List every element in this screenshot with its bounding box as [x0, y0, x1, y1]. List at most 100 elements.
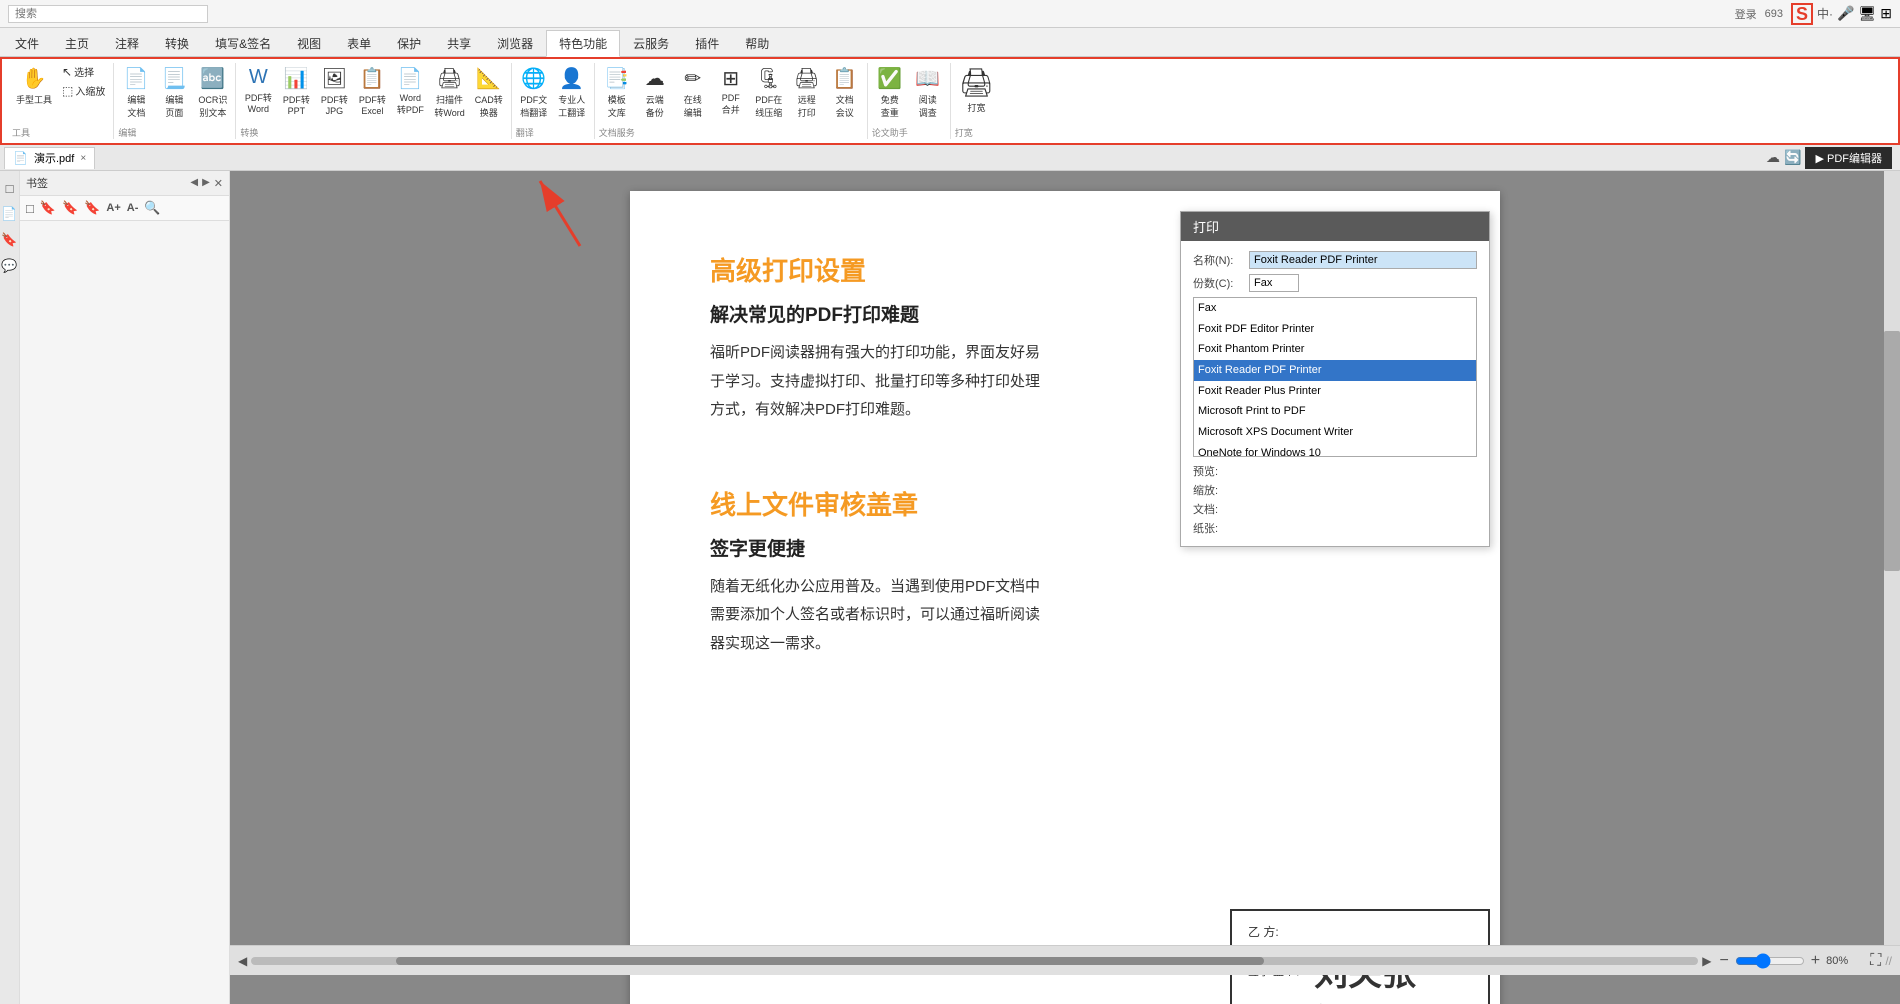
foxit-panel-btn[interactable]: ▶ PDF编辑器: [1805, 147, 1892, 169]
print-copies-input[interactable]: [1249, 274, 1299, 292]
tab-close-button[interactable]: ×: [80, 153, 86, 164]
pdf-scrollbar[interactable]: [1884, 171, 1900, 972]
sidebar-tool-add[interactable]: 🔖: [40, 200, 56, 216]
ocr-button[interactable]: 🔤 OCR识别文本: [194, 63, 231, 122]
zoom-plus-button[interactable]: +: [1811, 952, 1820, 970]
scroll-left-btn[interactable]: ◀: [238, 954, 247, 968]
pro-translate-button[interactable]: 👤 专业人工翻译: [554, 63, 590, 122]
pdf-scrollbar-thumb[interactable]: [1884, 331, 1900, 571]
edit-page-label: 编辑页面: [165, 93, 183, 119]
fullscreen-button[interactable]: ⛶: [1870, 952, 1881, 970]
tab-home[interactable]: 主页: [52, 30, 102, 56]
scan-to-word-button[interactable]: 🖨 扫描件转Word: [430, 63, 468, 122]
pdf-to-word-button[interactable]: W PDF转Word: [240, 63, 276, 117]
print-dialog: 打印 名称(N): 份数(C): Fax Foxit PD: [1180, 211, 1490, 547]
printer-onenote[interactable]: OneNote for Windows 10: [1194, 443, 1476, 457]
mic-icon: 🎤: [1837, 5, 1854, 22]
sidebar-nav-prev[interactable]: ◀: [190, 177, 198, 190]
pdf-compress-icon: 🗜: [756, 66, 781, 91]
tab-annotate[interactable]: 注释: [102, 30, 152, 56]
edit-page-button[interactable]: 📃 编辑页面: [156, 63, 192, 122]
scroll-right-btn[interactable]: ▶: [1702, 954, 1711, 968]
sidebar-tool-remove[interactable]: 🔖: [62, 200, 78, 216]
tab-browser[interactable]: 浏览器: [484, 30, 546, 56]
select-tool-button[interactable]: ↖ 选择: [58, 63, 109, 80]
sidebar-icon-bookmark[interactable]: 🔖: [1, 232, 17, 248]
read-survey-button[interactable]: 📖 阅读调查: [910, 63, 946, 122]
horizontal-scrollbar[interactable]: [251, 957, 1698, 965]
printer-ms-pdf[interactable]: Microsoft Print to PDF: [1194, 401, 1476, 422]
scan-word-icon: 🖨: [437, 66, 462, 91]
sidebar-tool-page[interactable]: □: [26, 201, 34, 216]
zoom-slider[interactable]: [1735, 953, 1805, 969]
print-doc-label: 文档:: [1193, 501, 1233, 517]
printer-foxit-phantom[interactable]: Foxit Phantom Printer: [1194, 339, 1476, 360]
tab-help[interactable]: 帮助: [732, 30, 782, 56]
tab-special[interactable]: 特色功能: [546, 30, 620, 57]
print-wide-label: 打宽: [967, 101, 985, 114]
sidebar-tool-larger[interactable]: A+: [106, 202, 120, 214]
sign-party: 乙 方:: [1248, 923, 1472, 940]
tab-form[interactable]: 表单: [334, 30, 384, 56]
sidebar-tool-search[interactable]: 🔍: [144, 200, 160, 216]
pdf-to-ppt-button[interactable]: 📊 PDF转PPT: [278, 63, 314, 119]
sidebar-tool-smaller[interactable]: A-: [127, 202, 139, 214]
pdf-translate-button[interactable]: 🌐 PDF文档翻译: [516, 63, 552, 122]
tab-file[interactable]: 文件: [2, 30, 52, 56]
print-name-input[interactable]: [1249, 251, 1477, 269]
tab-bar-right: ☁ 🔄 ▶ PDF编辑器: [1766, 147, 1900, 169]
tab-fill-sign[interactable]: 填写&签名: [202, 30, 284, 56]
sidebar-close-button[interactable]: ✕: [214, 177, 223, 190]
printer-fax[interactable]: Fax: [1194, 298, 1476, 319]
template-button[interactable]: 📑 模板文库: [599, 63, 635, 122]
tab-bar: 📄 演示.pdf × ☁ 🔄 ▶ PDF编辑器: [0, 145, 1900, 171]
word-pdf-label: Word转PDF: [397, 93, 424, 116]
print-wide-button[interactable]: 🖨 打宽: [955, 63, 999, 117]
remote-print-icon: 🖨: [794, 66, 819, 91]
toolbar-group-edit: 📄 编辑文档 📃 编辑页面 🔤 OCR识别文本 编辑: [114, 63, 236, 139]
doc-tab-pdf[interactable]: 📄 演示.pdf ×: [4, 147, 95, 169]
sidebar: □ 📄 🔖 💬 书签 ◀ ▶ ✕ □ 🔖: [0, 171, 230, 1004]
edit-doc-icon: 📄: [124, 66, 149, 91]
login-button[interactable]: 登录: [1735, 6, 1757, 22]
cloud-backup-button[interactable]: ☁ 云端备份: [637, 63, 673, 122]
zoom-out-button[interactable]: −: [1719, 952, 1728, 970]
cad-pdf-icon: 📐: [476, 66, 501, 91]
remote-print-button[interactable]: 🖨 远程打印: [789, 63, 825, 122]
template-icon: 📑: [604, 66, 629, 91]
edit-doc-button[interactable]: 📄 编辑文档: [118, 63, 154, 122]
online-edit-button[interactable]: ✏ 在线编辑: [675, 63, 711, 122]
diagonal-lines: //: [1885, 954, 1892, 968]
tab-view[interactable]: 视图: [284, 30, 334, 56]
doc-tab-name: 演示.pdf: [34, 150, 74, 166]
printer-foxit-reader[interactable]: Foxit Reader PDF Printer: [1194, 360, 1476, 381]
doc-meeting-button[interactable]: 📋 文档会议: [827, 63, 863, 122]
ribbon-toolbar: ✋ 手型工具 ↖ 选择 ⬚ 入缩放 工具 📄 编辑文档: [0, 57, 1900, 145]
pdf-to-excel-button[interactable]: 📋 PDF转Excel: [354, 63, 390, 119]
sidebar-icon-thumb[interactable]: 📄: [1, 206, 17, 222]
hand-tool-button[interactable]: ✋ 手型工具: [12, 63, 56, 109]
printer-foxit-plus[interactable]: Foxit Reader Plus Printer: [1194, 381, 1476, 402]
pdf-to-jpg-button[interactable]: 🖼 PDF转JPG: [316, 63, 352, 119]
red-arrow: [520, 171, 600, 254]
tab-cloud[interactable]: 云服务: [620, 30, 682, 56]
cad-to-pdf-button[interactable]: 📐 CAD转换器: [471, 63, 507, 122]
tab-protect[interactable]: 保护: [384, 30, 434, 56]
print-printer-list[interactable]: Fax Foxit PDF Editor Printer Foxit Phant…: [1193, 297, 1477, 457]
tab-convert[interactable]: 转换: [152, 30, 202, 56]
cloud-backup-label: 云端备份: [646, 93, 664, 119]
printer-foxit-editor[interactable]: Foxit PDF Editor Printer: [1194, 319, 1476, 340]
search-input[interactable]: [8, 5, 208, 23]
tab-plugin[interactable]: 插件: [682, 30, 732, 56]
tab-share[interactable]: 共享: [434, 30, 484, 56]
sidebar-nav-next[interactable]: ▶: [202, 177, 210, 190]
sidebar-tool-tag[interactable]: 🔖: [84, 200, 100, 216]
printer-ms-xps[interactable]: Microsoft XPS Document Writer: [1194, 422, 1476, 443]
pdf-compress-button[interactable]: 🗜 PDF在线压缩: [751, 63, 787, 122]
pdf-merge-button[interactable]: ⊞ PDF合并: [713, 63, 749, 119]
word-to-pdf-button[interactable]: 📄 Word转PDF: [392, 63, 428, 119]
shrink-tool-button[interactable]: ⬚ 入缩放: [58, 82, 109, 99]
sidebar-icon-comment[interactable]: 💬: [1, 258, 17, 274]
sidebar-icon-page[interactable]: □: [6, 181, 14, 196]
free-check-button[interactable]: ✅ 免费查重: [872, 63, 908, 122]
